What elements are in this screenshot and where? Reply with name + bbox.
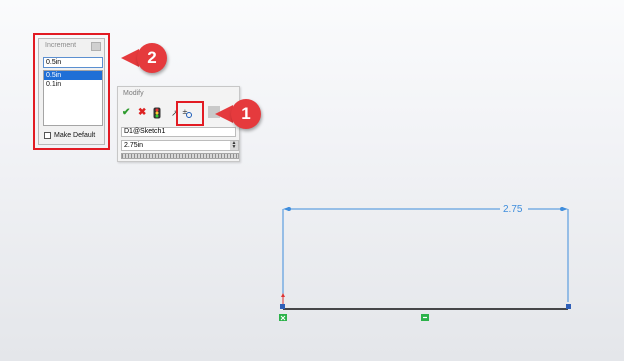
origin-arrow-icon [281,293,285,297]
dimension-value-field[interactable]: 2.75in ▲ ▼ [121,140,239,151]
dimension-lines [282,207,569,302]
dimension-handle-right[interactable] [560,207,564,211]
list-item[interactable]: 0.5in [44,71,102,80]
increment-panel-highlight: Increment 0.5in 0.5in 0.1in Make Default [33,33,110,150]
callout-1: 1 [231,99,261,129]
checkmark-icon[interactable]: ✔ [122,107,130,119]
make-default-checkbox[interactable]: Make Default [44,132,95,139]
increment-panel: Increment 0.5in 0.5in 0.1in Make Default [38,38,105,145]
increment-list[interactable]: 0.5in 0.1in [43,70,103,126]
increment-title: Increment [45,42,77,49]
spinner-icon[interactable]: ▲ ▼ [230,141,238,150]
callout-2: 2 [137,43,167,73]
traffic-light-icon[interactable] [153,107,161,119]
dimension-value: 2.75in [124,142,144,149]
increment-button-highlight [176,101,204,126]
increment-input[interactable]: 0.5in [43,57,103,68]
endpoint-left[interactable] [280,304,285,309]
dimension-handle-left[interactable] [287,207,291,211]
close-icon[interactable] [91,42,101,51]
checkbox-icon[interactable] [44,132,51,139]
list-item[interactable]: 0.1in [44,80,102,89]
dimension-name-field[interactable]: D1@Sketch1 [121,127,236,137]
modify-dialog: Modify ✔ ✖ ↗ ± D1@Sketch1 2.75in ▲ ▼ [117,86,240,162]
thumbwheel-slider[interactable] [121,153,239,159]
make-default-label: Make Default [54,132,96,139]
endpoint-right[interactable] [566,304,571,309]
dimension-value-label[interactable]: 2.75 [503,204,522,215]
modify-title: Modify [123,90,144,97]
x-icon[interactable]: ✖ [138,107,146,119]
